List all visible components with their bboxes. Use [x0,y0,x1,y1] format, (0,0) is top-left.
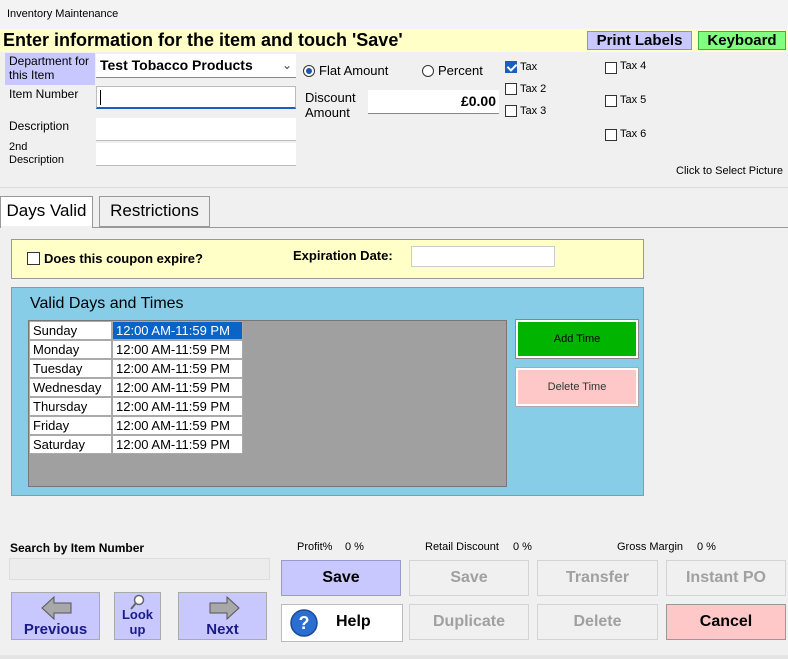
tab-restrictions[interactable]: Restrictions [99,196,210,227]
tab-days-valid[interactable]: Days Valid [0,196,93,227]
department-select[interactable]: Test Tobacco Products ⌄ [96,54,296,78]
lookup-button[interactable]: Look up [114,592,161,640]
tax-4-checkbox[interactable] [605,62,617,74]
tax-3-label: Tax 3 [520,105,547,117]
expiration-date-label: Expiration Date: [293,248,393,263]
tax-6-checkbox[interactable] [605,129,617,141]
flat-amount-label: Flat Amount [319,63,389,78]
department-value: Test Tobacco Products [100,57,253,73]
second-description-label: 2nd Description [9,141,65,166]
arrow-left-icon [41,596,72,620]
table-row-day[interactable]: Friday [29,416,112,435]
description-label: Description [9,119,70,133]
bottom-edge [0,655,788,659]
help-icon: ? [290,609,318,637]
window-title: Inventory Maintenance [7,8,119,20]
retail-discount-label: Retail Discount [425,541,499,553]
expiration-date-input[interactable] [411,246,555,267]
description-input[interactable] [96,118,296,141]
item-number-input[interactable] [96,86,296,109]
delete-button[interactable]: Delete [537,604,658,640]
save-disabled-button[interactable]: Save [409,560,529,596]
svg-text:?: ? [299,613,310,633]
profit-label: Profit% [297,541,333,553]
lookup-label-2: up [129,622,146,637]
previous-button[interactable]: Previous [11,592,100,640]
tax-2-label: Tax 2 [520,83,547,95]
table-row-day[interactable]: Tuesday [29,359,112,378]
previous-label: Previous [23,621,88,638]
table-row-time[interactable]: 12:00 AM-11:59 PM [112,340,243,359]
title-bar: Inventory Maintenance [0,0,788,29]
table-row-time[interactable]: 12:00 AM-11:59 PM [112,435,243,454]
keyboard-button[interactable]: Keyboard [698,31,786,50]
tax-checkbox[interactable] [505,61,517,73]
transfer-button[interactable]: Transfer [537,560,658,596]
discount-amount-input[interactable]: £0.00 [368,90,499,114]
discount-amount-label: Discount Amount [305,90,356,120]
tax-5-label: Tax 5 [620,94,647,106]
coupon-expire-checkbox[interactable] [27,252,40,265]
cancel-button[interactable]: Cancel [666,604,786,640]
tab-panel-border [0,227,788,228]
profit-value: 0 % [345,541,364,553]
table-row-day[interactable]: Monday [29,340,112,359]
valid-days-grid: Sunday 12:00 AM-11:59 PM Monday 12:00 AM… [28,320,507,487]
table-row-day[interactable]: Thursday [29,397,112,416]
tax-4-label: Tax 4 [620,60,647,72]
tax-6-label: Tax 6 [620,128,647,140]
percent-radio[interactable] [422,65,434,77]
delete-time-button[interactable]: Delete Time [515,367,639,407]
search-label: Search by Item Number [10,541,145,555]
table-row-day[interactable]: Wednesday [29,378,112,397]
table-row-time[interactable]: 12:00 AM-11:59 PM [112,321,243,340]
gross-margin-value: 0 % [697,541,716,553]
add-time-button[interactable]: Add Time [515,319,639,359]
section-divider [0,187,788,188]
table-row-time[interactable]: 12:00 AM-11:59 PM [112,359,243,378]
print-labels-button[interactable]: Print Labels [587,31,692,50]
tax-label: Tax [520,61,538,73]
flat-amount-radio[interactable] [303,65,315,77]
table-row-time[interactable]: 12:00 AM-11:59 PM [112,397,243,416]
text-cursor [100,90,101,105]
department-label: Department for this Item [5,53,95,85]
next-label: Next [206,621,239,638]
help-button[interactable]: ? Help [281,604,403,642]
coupon-expire-label: Does this coupon expire? [44,251,203,266]
select-picture-link[interactable]: Click to Select Picture [676,165,783,177]
chevron-down-icon: ⌄ [281,58,292,72]
arrow-right-icon [209,596,240,620]
table-row-day[interactable]: Sunday [29,321,112,340]
search-input[interactable] [9,558,270,580]
next-button[interactable]: Next [178,592,267,640]
lookup-label-1: Look [121,607,154,622]
table-row-time[interactable]: 12:00 AM-11:59 PM [112,378,243,397]
second-description-input[interactable] [96,143,296,166]
table-row-time[interactable]: 12:00 AM-11:59 PM [112,416,243,435]
item-number-label: Item Number [9,87,79,101]
retail-discount-value: 0 % [513,541,532,553]
percent-label: Percent [438,63,483,78]
tax-5-checkbox[interactable] [605,95,617,107]
active-tab-joiner [1,226,92,228]
tax-3-checkbox[interactable] [505,105,517,117]
instruction-banner: Enter information for the item and touch… [0,29,584,52]
tax-2-checkbox[interactable] [505,83,517,95]
save-button[interactable]: Save [281,560,401,596]
table-row-day[interactable]: Saturday [29,435,112,454]
valid-days-title: Valid Days and Times [30,295,184,312]
gross-margin-label: Gross Margin [617,541,684,553]
instant-po-button[interactable]: Instant PO [666,560,786,596]
duplicate-button[interactable]: Duplicate [409,604,529,640]
help-label: Help [336,613,371,630]
